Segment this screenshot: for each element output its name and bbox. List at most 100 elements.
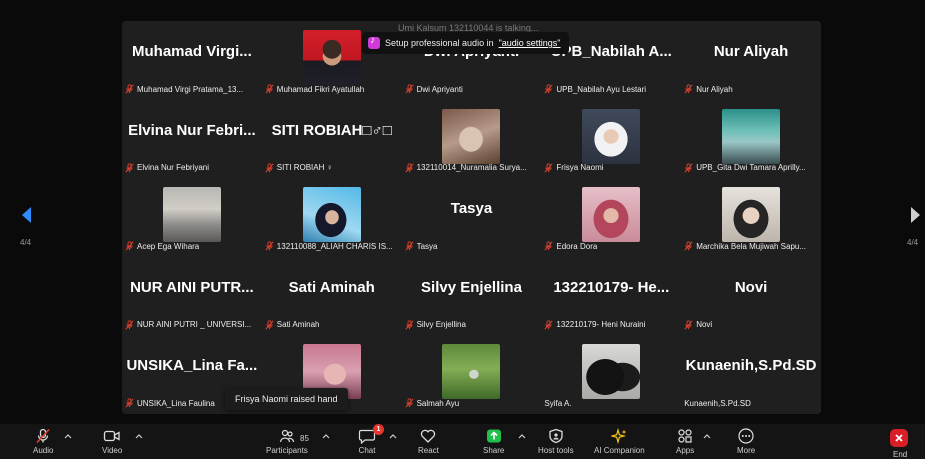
prev-page-arrow-icon[interactable] (20, 206, 32, 224)
participant-tile[interactable]: Silvy Enjellina Silvy Enjellina (401, 256, 542, 336)
participant-nameplate: Frisya Naomi (544, 161, 604, 174)
mic-muted-icon (125, 398, 134, 408)
participant-video-thumbnail (582, 187, 641, 243)
participant-name-label: Muhamad Virgi Pratama_13... (137, 84, 244, 94)
participant-nameplate: UNSIKA_Lina Faulina (125, 397, 215, 410)
participant-tile[interactable]: UPB_Gita Dwi Tamara Aprilly... (681, 99, 821, 179)
mic-muted-icon (405, 84, 414, 94)
end-meeting-button[interactable] (890, 429, 908, 447)
audio-settings-link[interactable]: "audio settings" (499, 38, 561, 48)
participant-nameplate: Kunaenih,S.Pd.SD (684, 397, 751, 410)
host-tools-button[interactable]: Host tools (538, 428, 574, 455)
participant-name-label: Elvina Nur Febriyani (137, 163, 210, 173)
share-screen-icon (486, 429, 501, 443)
participants-icon (279, 429, 294, 443)
participant-nameplate: Dwi Apriyanti (405, 83, 463, 96)
participant-name-label: Marchika Bela Mujiwah Sapu... (696, 241, 807, 251)
participant-name-label: Novi (696, 320, 713, 330)
participant-display-name: Novi (734, 278, 768, 296)
participant-nameplate: Acep Ega Wihara (125, 240, 199, 253)
chat-label: Chat (358, 446, 376, 455)
participant-tile[interactable]: Sati Aminah Sati Aminah (261, 256, 402, 336)
apps-button[interactable]: Apps (676, 428, 694, 455)
participants-count: 85 (300, 434, 309, 443)
participant-name-label: SITI ROBIAH ♀ (276, 163, 333, 173)
participant-name-label: Syifa A. (544, 398, 572, 408)
react-button[interactable]: React (418, 428, 439, 455)
participant-nameplate: Nur Aliyah (684, 83, 733, 96)
audio-banner-text: Setup professional audio in (385, 38, 494, 48)
close-icon (895, 434, 903, 442)
participant-tile[interactable]: Marchika Bela Mujiwah Sapu... (681, 178, 821, 257)
participant-tile[interactable]: Elvina Nur Febri... Elvina Nur Febriyani (122, 99, 262, 179)
participant-name-label: UPB_Gita Dwi Tamara Aprilly... (696, 163, 806, 173)
zoom-meeting-window: 4/4 4/4 Muhamad Virgi... Muhamad Virgi Pr… (0, 0, 925, 459)
end-label: End (893, 450, 908, 459)
apps-options-chevron-icon[interactable] (703, 433, 711, 439)
mic-muted-icon (405, 241, 414, 251)
participant-nameplate: Marchika Bela Mujiwah Sapu... (684, 240, 806, 253)
participant-name-label: NUR AINI PUTRI _ UNIVERSI... (137, 320, 252, 330)
participant-tile[interactable]: NUR AINI PUTR... NUR AINI PUTRI _ UNIVERS… (122, 256, 262, 336)
mic-muted-icon (265, 84, 274, 94)
audio-options-chevron-icon[interactable] (64, 433, 72, 439)
participant-display-name: 132210179- He... (553, 278, 670, 296)
participant-display-name: Kunaenih,S.Pd.SD (685, 357, 817, 375)
participant-tile[interactable]: 132210179- He... 132210179- Heni Nuraini (541, 256, 682, 336)
video-options-chevron-icon[interactable] (135, 433, 143, 439)
audio-button[interactable]: Audio (33, 428, 53, 455)
mic-muted-icon (125, 241, 134, 251)
participant-tile[interactable]: Nur Aliyah Nur Aliyah (681, 21, 821, 100)
participant-tile[interactable]: 132110088_ALIAH CHARIS IS... (261, 178, 402, 257)
participant-nameplate: UPB_Nabilah Ayu Lestari (544, 83, 646, 96)
shield-icon (549, 428, 563, 444)
participant-nameplate: Syifa A. (544, 397, 571, 410)
participant-tile[interactable]: SITI ROBIAH□♂□ SITI ROBIAH ♀ (261, 99, 402, 179)
participant-video-thumbnail (442, 344, 501, 400)
participant-name-label: Tasya (416, 241, 438, 251)
participant-name-label: 132110088_ALIAH CHARIS IS... (276, 241, 393, 251)
participant-name-label: Sati Aminah (276, 320, 320, 330)
participant-video-thumbnail (302, 187, 361, 243)
mic-muted-icon (684, 163, 693, 173)
host-tools-label: Host tools (538, 446, 574, 455)
ai-companion-button[interactable]: AI Companion (594, 428, 645, 455)
mic-muted-icon (544, 320, 553, 330)
participant-nameplate: Sati Aminah (265, 318, 320, 331)
participant-nameplate: UPB_Gita Dwi Tamara Aprilly... (684, 161, 806, 174)
mic-muted-icon (544, 84, 553, 94)
participant-tile[interactable]: Acep Ega Wihara (122, 178, 262, 257)
participant-tile[interactable]: Tasya Tasya (401, 178, 542, 257)
participant-nameplate: Muhamad Fikri Ayatullah (265, 83, 364, 96)
next-page-arrow-icon[interactable] (910, 206, 922, 224)
more-button[interactable]: More (737, 428, 755, 455)
video-button[interactable]: Video (102, 428, 122, 455)
participant-tile[interactable]: Kunaenih,S.Pd.SD Kunaenih,S.Pd.SD (681, 335, 821, 414)
page-indicator-right: 4/4 (907, 238, 919, 247)
share-options-chevron-icon[interactable] (518, 433, 526, 439)
participant-tile[interactable]: Syifa A. (541, 335, 682, 414)
participant-tile[interactable]: Muhamad Virgi... Muhamad Virgi Pratama_13… (122, 21, 262, 100)
participant-tile[interactable]: Edora Dora (541, 178, 682, 257)
chat-options-chevron-icon[interactable] (389, 433, 397, 439)
mic-muted-icon (265, 163, 274, 173)
participant-video-thumbnail (722, 108, 781, 164)
react-label: React (418, 446, 439, 455)
participants-options-chevron-icon[interactable] (322, 433, 330, 439)
participant-name-label: Dwi Apriyanti (416, 84, 463, 94)
participant-tile[interactable]: 132110014_Nuramalia Surya... (401, 99, 542, 179)
apps-label: Apps (676, 446, 695, 455)
mic-muted-icon (265, 241, 274, 251)
mic-muted-icon (36, 428, 50, 444)
participant-tile[interactable]: Salmah Ayu (401, 335, 542, 414)
share-label: Share (483, 446, 505, 455)
participant-video-thumbnail (442, 108, 501, 164)
participant-name-label: Acep Ega Wihara (137, 241, 200, 251)
participant-tile[interactable]: Frisya Naomi (541, 99, 682, 179)
participant-tile[interactable]: Novi Novi (681, 256, 821, 336)
participant-nameplate: Muhamad Virgi Pratama_13... (125, 83, 243, 96)
mic-muted-icon (405, 398, 414, 408)
mic-muted-icon (265, 320, 274, 330)
share-button[interactable]: Share (483, 428, 504, 455)
mic-muted-icon (125, 84, 134, 94)
